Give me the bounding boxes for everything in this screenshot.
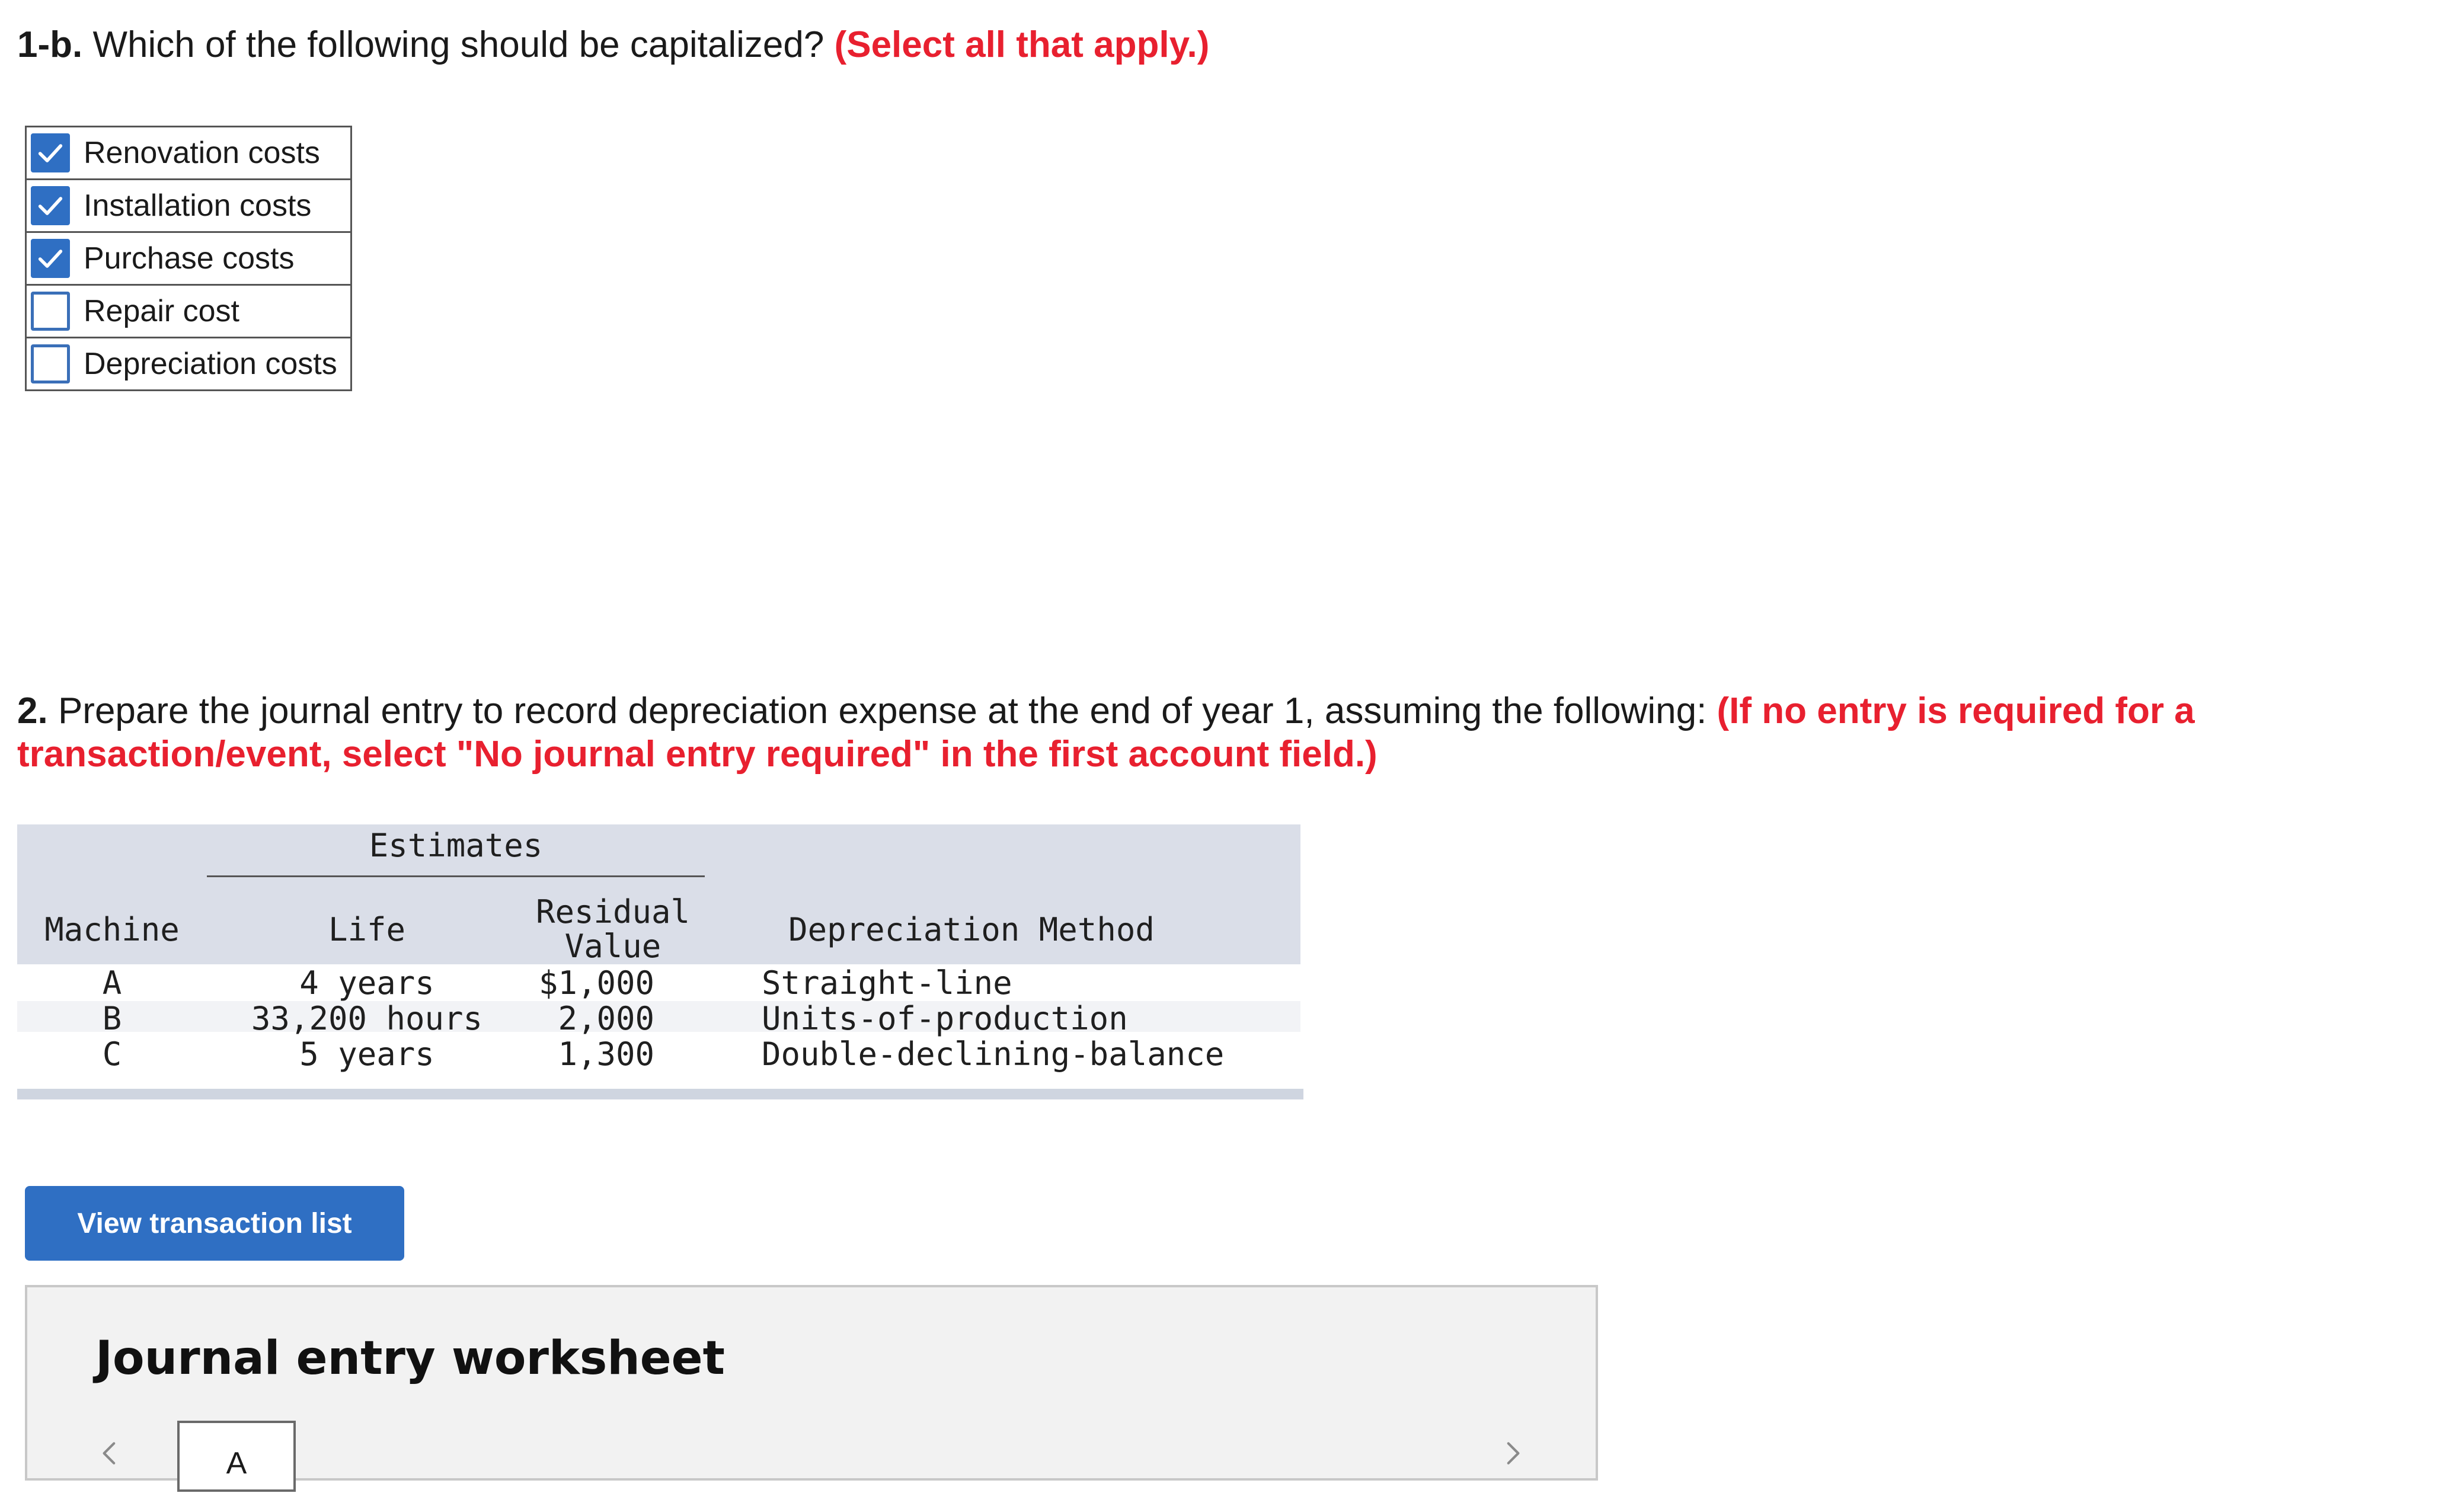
row-b-machine: B <box>102 1000 122 1037</box>
option-installation-costs[interactable]: Installation costs <box>27 180 350 233</box>
row-b-life: 33,200 hours <box>251 1000 483 1037</box>
journal-entry-worksheet: Journal entry worksheet A <box>25 1285 1598 1492</box>
checkbox-checked-icon[interactable] <box>31 186 70 225</box>
view-transaction-list-button[interactable]: View transaction list <box>25 1186 404 1261</box>
row-c-method: Double-declining-balance <box>762 1035 1225 1073</box>
table-bottom-border <box>17 1089 1303 1099</box>
option-label: Depreciation costs <box>84 347 337 381</box>
question-1b-prompt: 1-b. Which of the following should be ca… <box>17 19 1209 71</box>
question-2-text: Prepare the journal entry to record depr… <box>57 690 1707 731</box>
checkbox-unchecked-icon[interactable] <box>31 292 70 331</box>
option-label: Purchase costs <box>84 241 295 276</box>
header-residual-line1: Residual <box>535 893 691 931</box>
question-1b-text: Which of the following should be capital… <box>92 24 824 65</box>
option-depreciation-costs[interactable]: Depreciation costs <box>27 338 350 391</box>
estimates-divider <box>207 875 705 877</box>
row-b-residual: 2,000 <box>558 1000 654 1037</box>
option-purchase-costs[interactable]: Purchase costs <box>27 233 350 286</box>
worksheet-tab-a[interactable]: A <box>177 1421 296 1492</box>
chevron-right-icon[interactable] <box>1497 1438 1527 1471</box>
option-renovation-costs[interactable]: Renovation costs <box>27 127 350 180</box>
option-label: Repair cost <box>84 294 239 328</box>
question-1b-number: 1-b. <box>17 24 83 65</box>
row-c-residual: 1,300 <box>558 1035 654 1073</box>
estimates-group-header: Estimates <box>369 827 543 864</box>
row-a-method: Straight-line <box>762 964 1012 1002</box>
question-2-prompt: 2. Prepare the journal entry to record d… <box>17 689 2329 776</box>
option-label: Installation costs <box>84 188 312 223</box>
header-depreciation-method: Depreciation Method <box>788 911 1155 948</box>
chevron-left-icon[interactable] <box>95 1438 125 1471</box>
question-2-number: 2. <box>17 690 48 731</box>
header-residual-line2: Value <box>564 928 661 965</box>
row-c-machine: C <box>102 1035 122 1073</box>
row-a-machine: A <box>102 964 122 1002</box>
option-repair-cost[interactable]: Repair cost <box>27 286 350 338</box>
worksheet-title: Journal entry worksheet <box>95 1332 725 1385</box>
checkbox-checked-icon[interactable] <box>31 133 70 172</box>
question-1b-instruction: (Select all that apply.) <box>834 24 1210 65</box>
option-label: Renovation costs <box>84 136 320 170</box>
header-life: Life <box>328 911 406 948</box>
row-c-life: 5 years <box>299 1035 434 1073</box>
estimates-table: Estimates Machine Life Residual Value De… <box>17 824 1303 1100</box>
header-machine: Machine <box>44 911 180 948</box>
checkbox-checked-icon[interactable] <box>31 239 70 278</box>
row-a-life: 4 years <box>299 964 434 1002</box>
row-b-method: Units-of-production <box>762 1000 1128 1037</box>
capitalize-options-list: Renovation costs Installation costs Purc… <box>25 126 352 391</box>
checkbox-unchecked-icon[interactable] <box>31 344 70 383</box>
row-a-residual: $1,000 <box>538 964 654 1002</box>
